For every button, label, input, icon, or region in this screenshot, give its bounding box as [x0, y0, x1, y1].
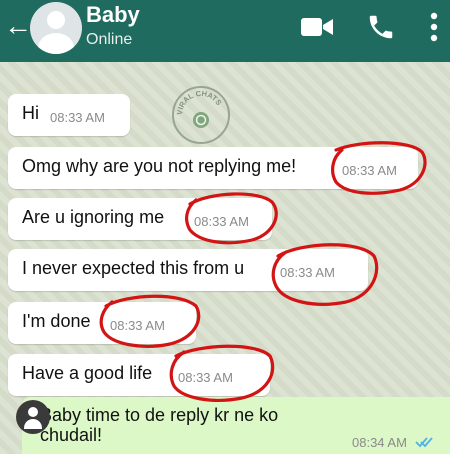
contact-name[interactable]: Baby: [86, 2, 140, 28]
phone-icon[interactable]: [366, 12, 396, 42]
message-text: Hi: [22, 103, 39, 123]
svg-text:VIRAL CHATS: VIRAL CHATS: [175, 89, 224, 116]
chat-area: VIRAL CHATS Hi 08:33 AM Omg why are you …: [0, 62, 450, 454]
annotation-circle: [169, 344, 275, 402]
annotation-circle: [271, 243, 379, 306]
more-vert-icon[interactable]: [430, 12, 438, 42]
fab-body: [24, 419, 42, 429]
message-text: Are u ignoring me: [22, 207, 165, 227]
chat-header: ← Baby Online: [0, 0, 450, 62]
message-text: I never expected this from u: [22, 258, 245, 278]
message-time: 08:34 AM: [352, 435, 407, 450]
watermark-logo: VIRAL CHATS: [172, 86, 230, 144]
message-text: I'm done: [22, 311, 91, 331]
message-text: Omg why are you not replying me!: [22, 156, 297, 176]
avatar[interactable]: [30, 2, 82, 54]
avatar-body: [38, 33, 74, 54]
contact-status: Online: [86, 31, 133, 48]
avatar-head: [47, 11, 65, 29]
user-switch-button[interactable]: [16, 400, 50, 434]
fab-head: [28, 407, 38, 417]
annotation-circle: [185, 192, 278, 245]
double-check-icon: [415, 437, 433, 448]
message-time: 08:33 AM: [50, 110, 105, 125]
video-call-icon[interactable]: [301, 16, 333, 38]
message-text: Baby time to de reply kr ne ko chudail!: [40, 405, 279, 445]
message-bubble[interactable]: Hi 08:33 AM: [8, 94, 130, 136]
annotation-circle: [331, 141, 427, 195]
back-arrow-icon[interactable]: ←: [4, 12, 32, 40]
message-text: Have a good life: [22, 363, 153, 383]
